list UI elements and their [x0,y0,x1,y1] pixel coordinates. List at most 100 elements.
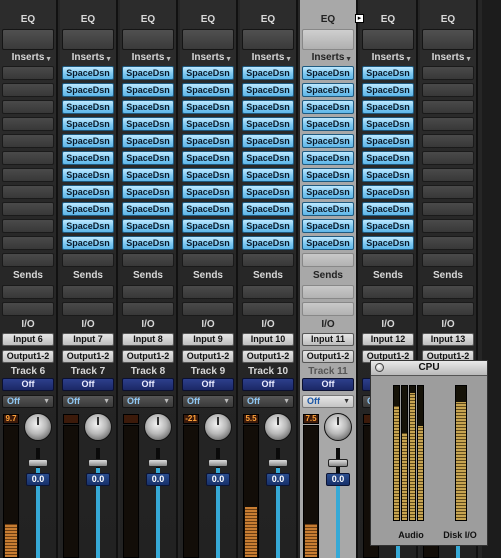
insert-slot-plugin[interactable]: SpaceDsn [242,185,294,199]
send-slot[interactable] [122,285,174,299]
insert-slot-empty[interactable] [302,253,354,267]
output-selector[interactable]: Output1-2 [62,350,114,363]
insert-slot-plugin[interactable]: SpaceDsn [362,100,414,114]
insert-slot-plugin[interactable]: SpaceDsn [122,134,174,148]
send-slot[interactable] [2,285,54,299]
volume-value[interactable]: 0.0 [266,473,290,486]
insert-slot-plugin[interactable]: SpaceDsn [62,219,114,233]
insert-slot-empty[interactable] [2,66,54,80]
automation-mode-select[interactable]: Off ▼ [62,395,114,408]
send-slot[interactable] [362,285,414,299]
insert-slot-empty[interactable] [422,117,474,131]
insert-slot-plugin[interactable]: SpaceDsn [62,117,114,131]
disclosure-arrow-icon[interactable]: ▸ [355,14,364,23]
pan-knob[interactable] [144,413,172,441]
insert-slot-plugin[interactable]: SpaceDsn [62,66,114,80]
send-slot[interactable] [422,285,474,299]
insert-slot-plugin[interactable]: SpaceDsn [302,83,354,97]
insert-slot-plugin[interactable]: SpaceDsn [122,185,174,199]
send-slot[interactable] [242,285,294,299]
eq-display[interactable] [302,29,354,50]
insert-slot-plugin[interactable]: SpaceDsn [182,151,234,165]
insert-slot-plugin[interactable]: SpaceDsn [302,66,354,80]
insert-slot-plugin[interactable]: SpaceDsn [302,185,354,199]
send-slot[interactable] [182,285,234,299]
output-selector[interactable]: Output1-2 [182,350,234,363]
volume-value[interactable]: 0.0 [26,473,50,486]
eq-display[interactable] [242,29,294,50]
insert-slot-empty[interactable] [422,168,474,182]
volume-fader-handle[interactable] [268,459,288,467]
insert-slot-plugin[interactable]: SpaceDsn [182,66,234,80]
insert-slot-plugin[interactable]: SpaceDsn [122,236,174,250]
group-off-button[interactable]: Off [122,378,174,391]
insert-slot-empty[interactable] [2,100,54,114]
insert-slot-plugin[interactable]: SpaceDsn [302,202,354,216]
insert-slot-plugin[interactable]: SpaceDsn [242,83,294,97]
insert-slot-plugin[interactable]: SpaceDsn [242,151,294,165]
insert-slot-empty[interactable] [2,168,54,182]
volume-value[interactable]: 0.0 [206,473,230,486]
insert-slot-plugin[interactable]: SpaceDsn [302,219,354,233]
input-selector[interactable]: Input 9 [182,333,234,346]
insert-slot-plugin[interactable]: SpaceDsn [362,168,414,182]
insert-slot-plugin[interactable]: SpaceDsn [62,185,114,199]
volume-fader-handle[interactable] [208,459,228,467]
insert-slot-empty[interactable] [2,151,54,165]
insert-slot-plugin[interactable]: SpaceDsn [242,219,294,233]
insert-slot-plugin[interactable]: SpaceDsn [182,134,234,148]
send-slot[interactable] [302,285,354,299]
insert-slot-empty[interactable] [422,236,474,250]
send-slot[interactable] [422,302,474,316]
insert-slot-empty[interactable] [2,83,54,97]
send-slot[interactable] [62,285,114,299]
eq-display[interactable] [422,29,474,50]
pan-knob[interactable] [264,413,292,441]
pan-knob[interactable] [324,413,352,441]
volume-fader-handle[interactable] [328,459,348,467]
peak-display[interactable]: 5.5 [243,414,259,424]
insert-slot-plugin[interactable]: SpaceDsn [362,202,414,216]
insert-slot-empty[interactable] [122,253,174,267]
insert-slot-plugin[interactable]: SpaceDsn [182,202,234,216]
send-slot[interactable] [122,302,174,316]
insert-slot-plugin[interactable]: SpaceDsn [122,168,174,182]
insert-slot-plugin[interactable]: SpaceDsn [182,185,234,199]
insert-slot-plugin[interactable]: SpaceDsn [362,185,414,199]
insert-slot-plugin[interactable]: SpaceDsn [242,66,294,80]
send-slot[interactable] [362,302,414,316]
automation-mode-select[interactable]: Off ▼ [122,395,174,408]
volume-value[interactable]: 0.0 [86,473,110,486]
volume-fader-handle[interactable] [148,459,168,467]
input-selector[interactable]: Input 11 [302,333,354,346]
insert-slot-plugin[interactable]: SpaceDsn [362,151,414,165]
volume-fader-handle[interactable] [88,459,108,467]
cpu-window[interactable]: CPU Audio Disk I/O [370,360,488,546]
peak-display[interactable] [123,414,139,424]
output-selector[interactable]: Output1-2 [2,350,54,363]
automation-mode-select[interactable]: Off ▼ [182,395,234,408]
send-slot[interactable] [182,302,234,316]
send-slot[interactable] [242,302,294,316]
peak-display[interactable] [63,414,79,424]
send-slot[interactable] [2,302,54,316]
insert-slot-empty[interactable] [422,151,474,165]
insert-slot-plugin[interactable]: SpaceDsn [242,168,294,182]
insert-slot-plugin[interactable]: SpaceDsn [122,202,174,216]
insert-slot-plugin[interactable]: SpaceDsn [62,236,114,250]
insert-slot-plugin[interactable]: SpaceDsn [122,151,174,165]
insert-slot-plugin[interactable]: SpaceDsn [242,134,294,148]
insert-slot-empty[interactable] [422,100,474,114]
insert-slot-empty[interactable] [422,83,474,97]
insert-slot-plugin[interactable]: SpaceDsn [302,100,354,114]
insert-slot-plugin[interactable]: SpaceDsn [362,236,414,250]
send-slot[interactable] [302,302,354,316]
insert-slot-empty[interactable] [62,253,114,267]
insert-slot-empty[interactable] [422,134,474,148]
insert-slot-plugin[interactable]: SpaceDsn [242,202,294,216]
eq-display[interactable] [182,29,234,50]
output-selector[interactable]: Output1-2 [302,350,354,363]
insert-slot-empty[interactable] [242,253,294,267]
group-off-button[interactable]: Off [302,378,354,391]
automation-mode-select[interactable]: Off ▼ [302,395,354,408]
